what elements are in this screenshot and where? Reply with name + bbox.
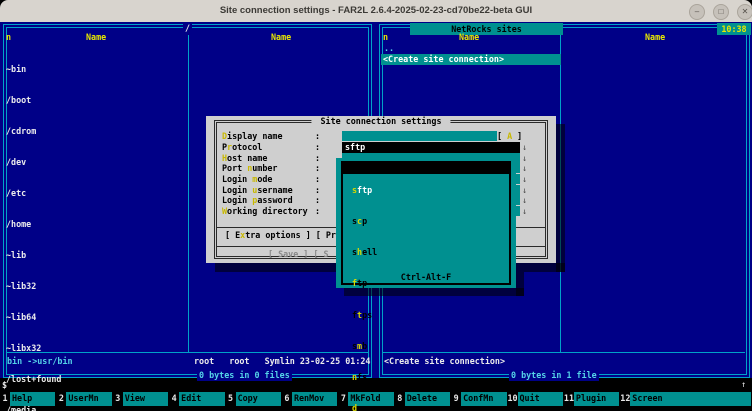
protocol-dropdown: sftp scp shell ftp ftps smb nfs dav davs…	[336, 158, 516, 288]
right-panel-col1-header: Name	[459, 32, 479, 43]
right-panel-title[interactable]: NetRocks sites	[410, 23, 563, 35]
dropdown-item-dav[interactable]: dav	[352, 403, 382, 411]
parent-directory-item[interactable]: ..	[384, 43, 394, 54]
dropdown-item-nfs[interactable]: nfs	[352, 372, 382, 382]
dropdown-item-sftp[interactable]: sftp	[352, 185, 382, 195]
history-arrow-icon[interactable]: ↓	[522, 206, 527, 217]
fkey-help[interactable]: Help	[10, 392, 55, 406]
fkey-quit[interactable]: Quit	[518, 392, 563, 406]
dropdown-item-ftp[interactable]: ftp	[352, 278, 382, 288]
dropdown-item-ftps[interactable]: ftps	[352, 310, 382, 320]
history-arrow-icon[interactable]: ↓	[522, 142, 527, 153]
protocol-combobox[interactable]: sftp	[342, 142, 520, 153]
left-panel-col2-header: Name	[271, 32, 291, 43]
scroll-up-indicator-icon: ↑	[741, 379, 746, 390]
dropdown-item-list: sftp scp shell ftp ftps smb nfs dav davs…	[352, 164, 382, 411]
file-item[interactable]: /etc	[6, 188, 61, 198]
fkey-view[interactable]: View	[123, 392, 168, 406]
file-item[interactable]: ~libx32	[6, 343, 61, 353]
right-panel-col2-header: Name	[645, 32, 665, 43]
display-name-input[interactable]	[342, 131, 497, 141]
save-button[interactable]: [ Save ] [ S	[268, 249, 329, 260]
extra-options-button[interactable]: [ Extra options ] [ Pr	[225, 230, 336, 241]
window-title: Site connection settings - FAR2L 2.6.4-2…	[0, 0, 752, 22]
history-arrow-icon[interactable]: ↓	[522, 174, 527, 185]
file-item[interactable]: ~lib	[6, 250, 61, 260]
history-arrow-icon[interactable]: ↓	[522, 163, 527, 174]
file-item[interactable]: /boot	[6, 95, 61, 105]
minimize-button[interactable]: –	[689, 4, 705, 20]
fkey-usermn[interactable]: UserMn	[66, 392, 111, 406]
dialog-title: Site connection settings	[311, 116, 450, 127]
right-panel-status-separator	[383, 352, 745, 353]
right-panel-status: <Create site connection>	[384, 356, 505, 367]
file-item[interactable]: ~lib64	[6, 312, 61, 322]
dialog-shadow-right	[556, 124, 565, 272]
autogen-name-marker[interactable]: [ A ]	[497, 131, 522, 142]
command-line-prompt[interactable]: $	[2, 380, 7, 391]
fkey-renmov[interactable]: RenMov	[292, 392, 337, 406]
file-item[interactable]: ~lib32	[6, 281, 61, 291]
left-panel-column-divider	[188, 35, 189, 352]
left-panel-sort-indicator: n	[6, 32, 11, 43]
fkey-plugin[interactable]: Plugin	[574, 392, 619, 406]
dropdown-item-scp[interactable]: scp	[352, 216, 382, 226]
fkey-screen[interactable]: Screen	[630, 392, 751, 406]
fkey-confmn[interactable]: ConfMn	[461, 392, 506, 406]
fkey-edit[interactable]: Edit	[179, 392, 224, 406]
left-panel-col1-header: Name	[86, 32, 106, 43]
far2l-window: Site connection settings - FAR2L 2.6.4-2…	[0, 0, 752, 411]
dropdown-item-smb[interactable]: smb	[352, 341, 382, 351]
file-item[interactable]: /dev	[6, 157, 61, 167]
field-row-protocol: Protocol : sftp ↓	[206, 142, 556, 153]
dropdown-shortcut-hint: Ctrl-Alt-F	[397, 272, 455, 283]
file-item[interactable]: /lost+found	[6, 374, 61, 384]
field-row-display-name: Display name : [ A ]	[206, 131, 556, 142]
fkey-delete[interactable]: Delete	[405, 392, 450, 406]
titlebar[interactable]: Site connection settings - FAR2L 2.6.4-2…	[0, 0, 752, 23]
dropdown-item-shell[interactable]: shell	[352, 247, 382, 257]
left-panel-footer-total: 0 bytes in 0 files	[197, 370, 292, 381]
file-item[interactable]: /cdrom	[6, 126, 61, 136]
left-panel-path[interactable]: /	[183, 23, 192, 34]
left-panel-status-file: bin ->usr/bin	[7, 356, 73, 367]
selected-item-create-site-connection[interactable]: <Create site connection>	[381, 54, 561, 65]
history-arrow-icon[interactable]: ↓	[522, 195, 527, 206]
left-panel-status-details: root root Symlin 23-02-25 01:24	[194, 356, 370, 367]
close-button[interactable]: ✕	[737, 4, 752, 20]
maximize-button[interactable]: □	[713, 4, 729, 20]
file-item[interactable]: /home	[6, 219, 61, 229]
fkey-copy[interactable]: Copy	[236, 392, 281, 406]
right-panel-footer-total: 0 bytes in 1 file	[509, 370, 599, 381]
right-panel-sort-indicator: n	[383, 32, 388, 43]
file-item[interactable]: ~bin	[6, 64, 61, 74]
clock: 10:38	[717, 23, 751, 35]
